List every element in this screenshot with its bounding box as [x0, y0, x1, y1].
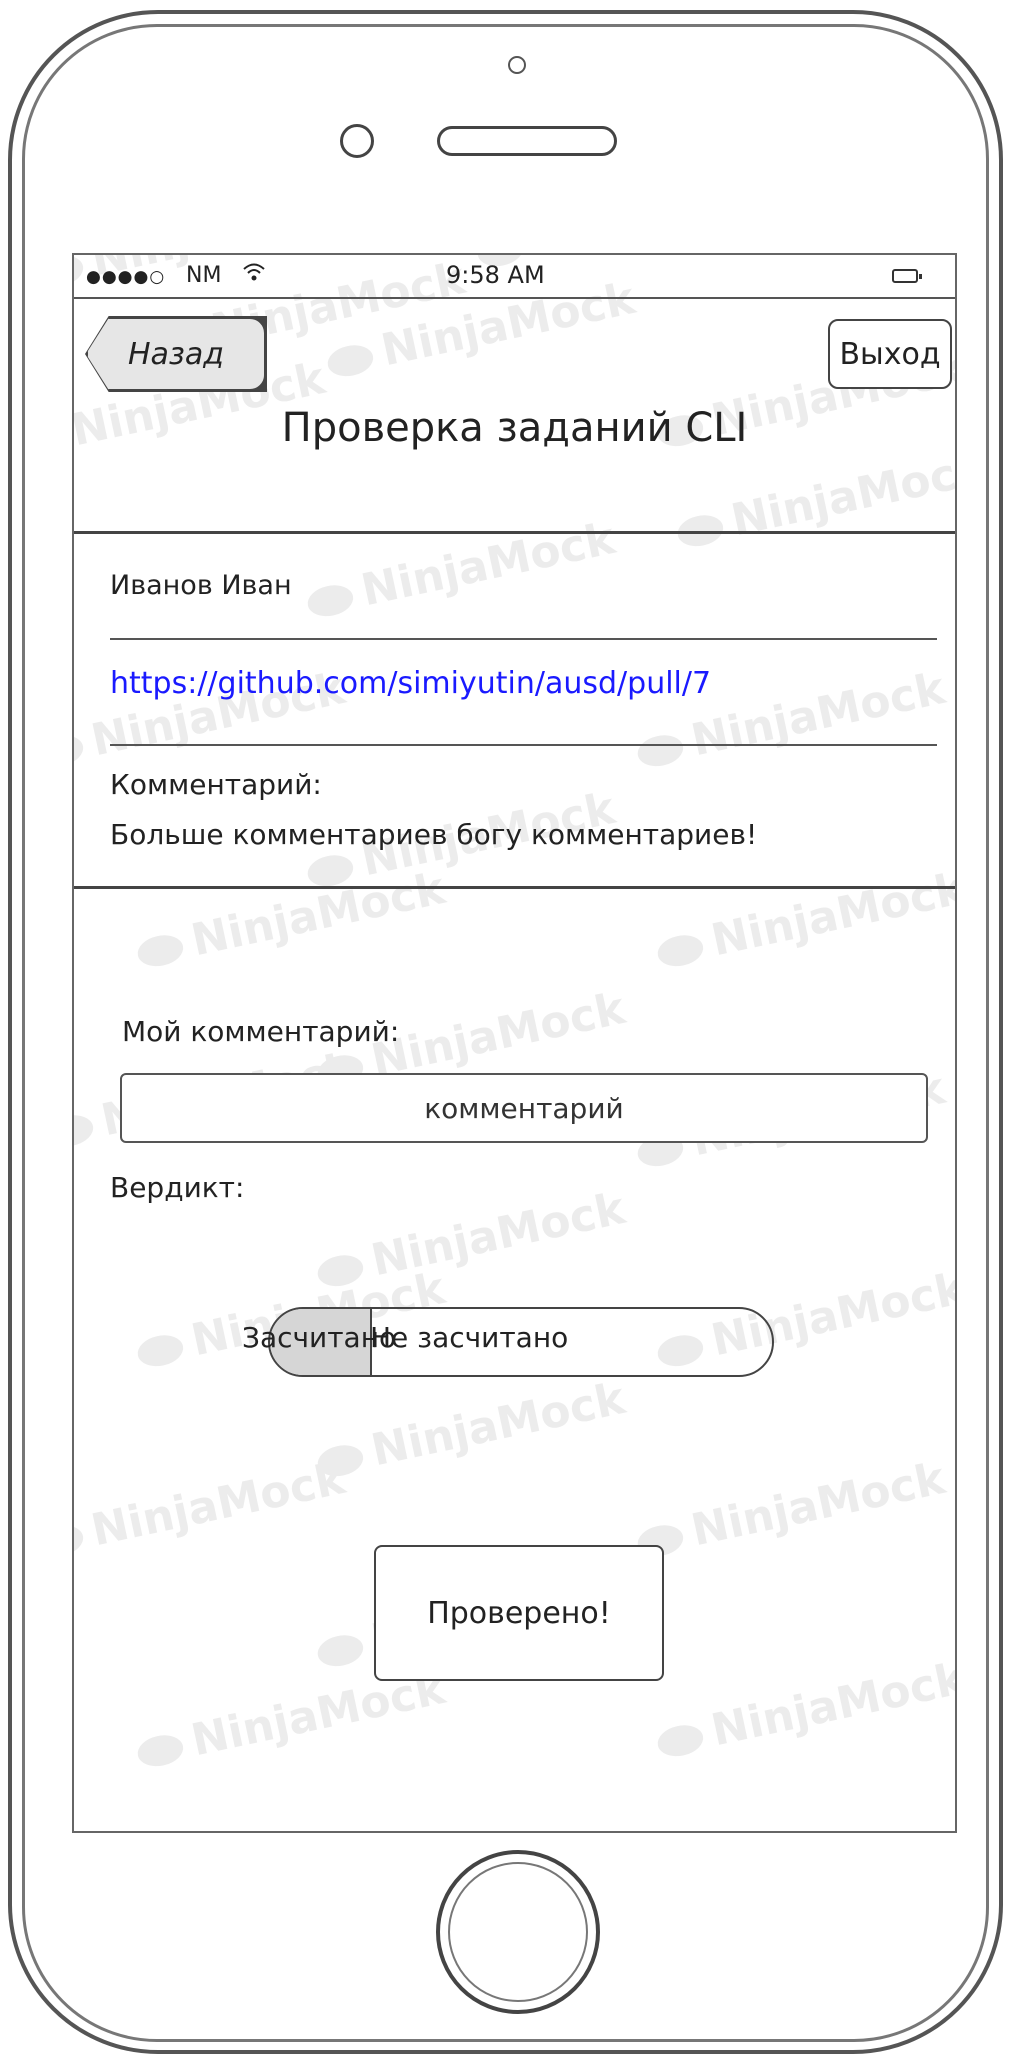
camera-icon — [508, 56, 526, 74]
watermark: NinjaMock — [632, 1453, 949, 1568]
page-title: Проверка заданий CLI — [281, 405, 748, 451]
home-button[interactable] — [436, 1850, 600, 2014]
battery-icon — [892, 269, 922, 283]
status-time: 9:58 AM — [446, 261, 545, 289]
submission-card: Иванов Иван https://github.com/simiyutin… — [74, 531, 955, 889]
signal-icon: ●●●●○ — [86, 267, 166, 287]
watermark: NinjaMock — [74, 1453, 349, 1568]
comment-text: Больше комментариев богу комментариев! — [110, 818, 758, 851]
wifi-icon — [242, 261, 266, 289]
my-comment-label: Мой комментарий: — [122, 1015, 400, 1048]
verdict-label: Вердикт: — [110, 1171, 245, 1204]
my-comment-input[interactable] — [120, 1073, 928, 1143]
speaker-icon — [437, 126, 617, 156]
verdict-option-failed-label: Не засчитано — [370, 1321, 569, 1354]
divider — [110, 638, 937, 640]
checked-button[interactable]: Проверено! — [374, 1545, 664, 1681]
pull-request-link[interactable]: https://github.com/simiyutin/ausd/pull/7 — [110, 666, 711, 701]
carrier-name: NM — [186, 263, 222, 288]
logout-button[interactable]: Выход — [828, 319, 952, 389]
student-name: Иванов Иван — [110, 570, 292, 601]
phone-screen: NinjaMock NinjaMock NinjaMock NinjaMock … — [72, 253, 957, 1833]
watermark: NinjaMock — [652, 1653, 955, 1768]
watermark: NinjaMock — [312, 1183, 629, 1298]
sensor-icon — [340, 124, 374, 158]
status-bar: ●●●●○ NM 9:58 AM — [74, 255, 955, 299]
watermark: NinjaMock — [312, 1373, 629, 1488]
comment-label: Комментарий: — [110, 768, 322, 801]
divider — [110, 744, 937, 746]
back-button[interactable]: Назад — [86, 317, 266, 391]
